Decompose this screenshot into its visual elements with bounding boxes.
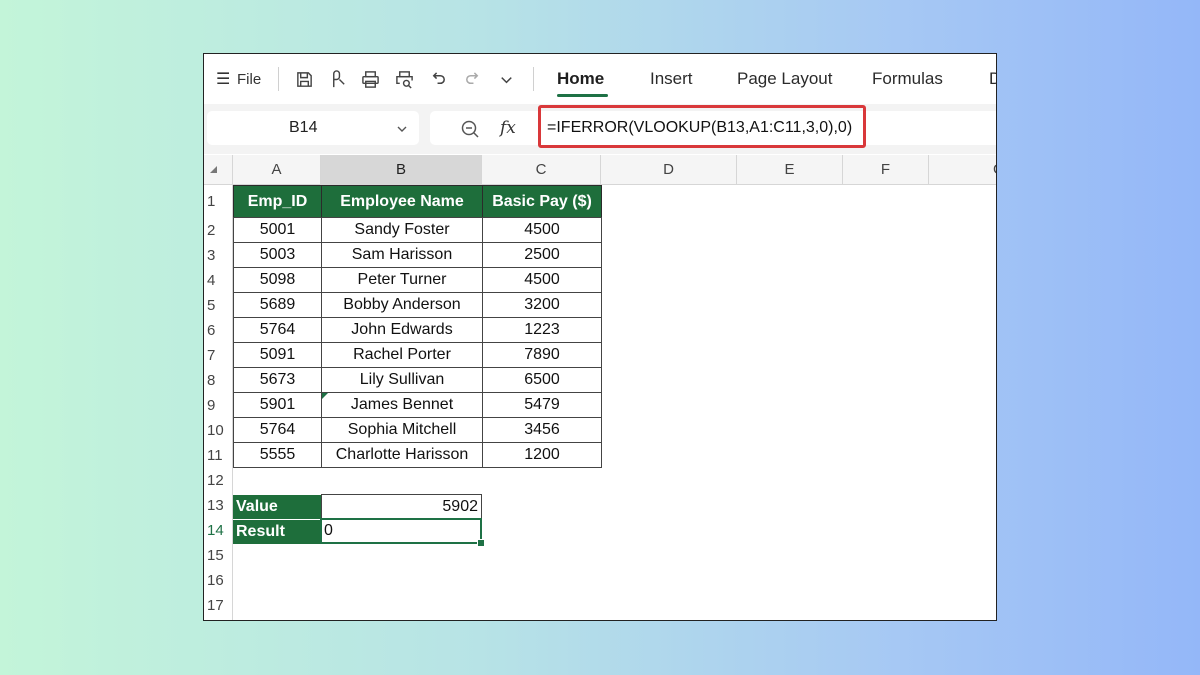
- row-header[interactable]: 13: [204, 493, 232, 518]
- table-cell[interactable]: 5764: [233, 317, 322, 343]
- row-header[interactable]: 3: [204, 243, 232, 268]
- print-preview-icon[interactable]: [394, 69, 414, 89]
- file-menu[interactable]: File: [237, 54, 261, 104]
- row-header[interactable]: 9: [204, 393, 232, 418]
- table-cell[interactable]: Sandy Foster: [321, 217, 483, 243]
- header-cell-basic-pay[interactable]: Basic Pay ($): [482, 185, 602, 218]
- table-cell[interactable]: Rachel Porter: [321, 342, 483, 368]
- chevron-down-icon[interactable]: [395, 122, 409, 136]
- table-cell[interactable]: 1200: [482, 442, 602, 468]
- error-indicator: [322, 393, 328, 399]
- tab-page-layout[interactable]: Page Layout: [737, 54, 832, 104]
- chevron-down-icon[interactable]: [496, 69, 516, 89]
- table-cell[interactable]: 5003: [233, 242, 322, 268]
- column-header-row: A B C D E F G: [204, 155, 996, 185]
- table-cell[interactable]: 5764: [233, 417, 322, 443]
- header-cell-emp-id[interactable]: Emp_ID: [233, 185, 322, 218]
- ribbon-tab-bar: ☰ File Home Insert Page Layout Formulas …: [204, 54, 996, 104]
- column-header-c[interactable]: C: [482, 155, 601, 184]
- row-header-selected[interactable]: 14: [204, 518, 232, 543]
- zoom-icon[interactable]: [460, 119, 480, 139]
- result-label-cell[interactable]: Result: [233, 519, 321, 544]
- spreadsheet-window: ☰ File Home Insert Page Layout Formulas …: [203, 53, 997, 621]
- column-header-b[interactable]: B: [321, 155, 482, 184]
- row-header[interactable]: 4: [204, 268, 232, 293]
- row-header[interactable]: 12: [204, 468, 232, 493]
- row-header[interactable]: 2: [204, 218, 232, 243]
- redo-icon[interactable]: [462, 69, 482, 89]
- row-header[interactable]: 5: [204, 293, 232, 318]
- column-header-a[interactable]: A: [233, 155, 321, 184]
- value-cell[interactable]: 5902: [321, 494, 482, 519]
- table-cell[interactable]: 1223: [482, 317, 602, 343]
- menu-icon[interactable]: ☰: [216, 54, 230, 104]
- table-cell[interactable]: 7890: [482, 342, 602, 368]
- print-icon[interactable]: [360, 69, 380, 89]
- column-header-g[interactable]: G: [929, 155, 996, 184]
- table-cell[interactable]: 4500: [482, 267, 602, 293]
- toolbar-divider: [278, 67, 279, 91]
- table-cell[interactable]: 5479: [482, 392, 602, 418]
- tab-insert[interactable]: Insert: [650, 54, 693, 104]
- table-cell[interactable]: 3200: [482, 292, 602, 318]
- select-all-corner[interactable]: [204, 155, 233, 184]
- table-cell[interactable]: Lily Sullivan: [321, 367, 483, 393]
- result-cell-selected[interactable]: 0: [320, 518, 482, 544]
- row-header-column: 1 2 3 4 5 6 7 8 9 10 11 12 13 14 15 16 1…: [204, 185, 233, 620]
- fill-handle[interactable]: [477, 539, 485, 547]
- table-cell[interactable]: 3456: [482, 417, 602, 443]
- column-header-d[interactable]: D: [601, 155, 737, 184]
- tab-data[interactable]: D: [989, 54, 996, 104]
- table-cell[interactable]: 6500: [482, 367, 602, 393]
- row-header[interactable]: 1: [204, 185, 232, 218]
- table-cell[interactable]: Sam Harisson: [321, 242, 483, 268]
- save-icon[interactable]: [294, 69, 314, 89]
- table-cell[interactable]: Bobby Anderson: [321, 292, 483, 318]
- table-cell[interactable]: 5901: [233, 392, 322, 418]
- table-cell[interactable]: 2500: [482, 242, 602, 268]
- row-header[interactable]: 8: [204, 368, 232, 393]
- table-cell[interactable]: 5091: [233, 342, 322, 368]
- header-cell-employee-name[interactable]: Employee Name: [321, 185, 483, 218]
- fx-icon[interactable]: fx: [500, 118, 516, 138]
- table-cell[interactable]: 5555: [233, 442, 322, 468]
- table-cell[interactable]: James Bennet: [321, 392, 483, 418]
- row-header[interactable]: 15: [204, 543, 232, 568]
- table-cell[interactable]: Peter Turner: [321, 267, 483, 293]
- table-cell[interactable]: 5673: [233, 367, 322, 393]
- row-header[interactable]: 11: [204, 443, 232, 468]
- row-header[interactable]: 10: [204, 418, 232, 443]
- formula-highlight-box: [538, 105, 866, 148]
- table-cell[interactable]: Charlotte Harisson: [321, 442, 483, 468]
- row-header[interactable]: 16: [204, 568, 232, 593]
- table-cell[interactable]: 5001: [233, 217, 322, 243]
- name-box[interactable]: B14: [207, 111, 419, 145]
- table-cell[interactable]: Sophia Mitchell: [321, 417, 483, 443]
- value-label-cell[interactable]: Value: [233, 494, 321, 519]
- toolbar-divider: [533, 67, 534, 91]
- table-cell[interactable]: 5689: [233, 292, 322, 318]
- row-header[interactable]: 17: [204, 593, 232, 618]
- row-header[interactable]: 6: [204, 318, 232, 343]
- column-header-f[interactable]: F: [843, 155, 929, 184]
- name-box-value: B14: [289, 119, 318, 136]
- active-tab-indicator: [557, 94, 608, 97]
- row-header[interactable]: 7: [204, 343, 232, 368]
- column-header-e[interactable]: E: [737, 155, 843, 184]
- share-icon[interactable]: [328, 69, 348, 89]
- tab-formulas[interactable]: Formulas: [872, 54, 943, 104]
- table-cell[interactable]: 5098: [233, 267, 322, 293]
- table-cell[interactable]: 4500: [482, 217, 602, 243]
- table-cell[interactable]: John Edwards: [321, 317, 483, 343]
- undo-icon[interactable]: [428, 69, 448, 89]
